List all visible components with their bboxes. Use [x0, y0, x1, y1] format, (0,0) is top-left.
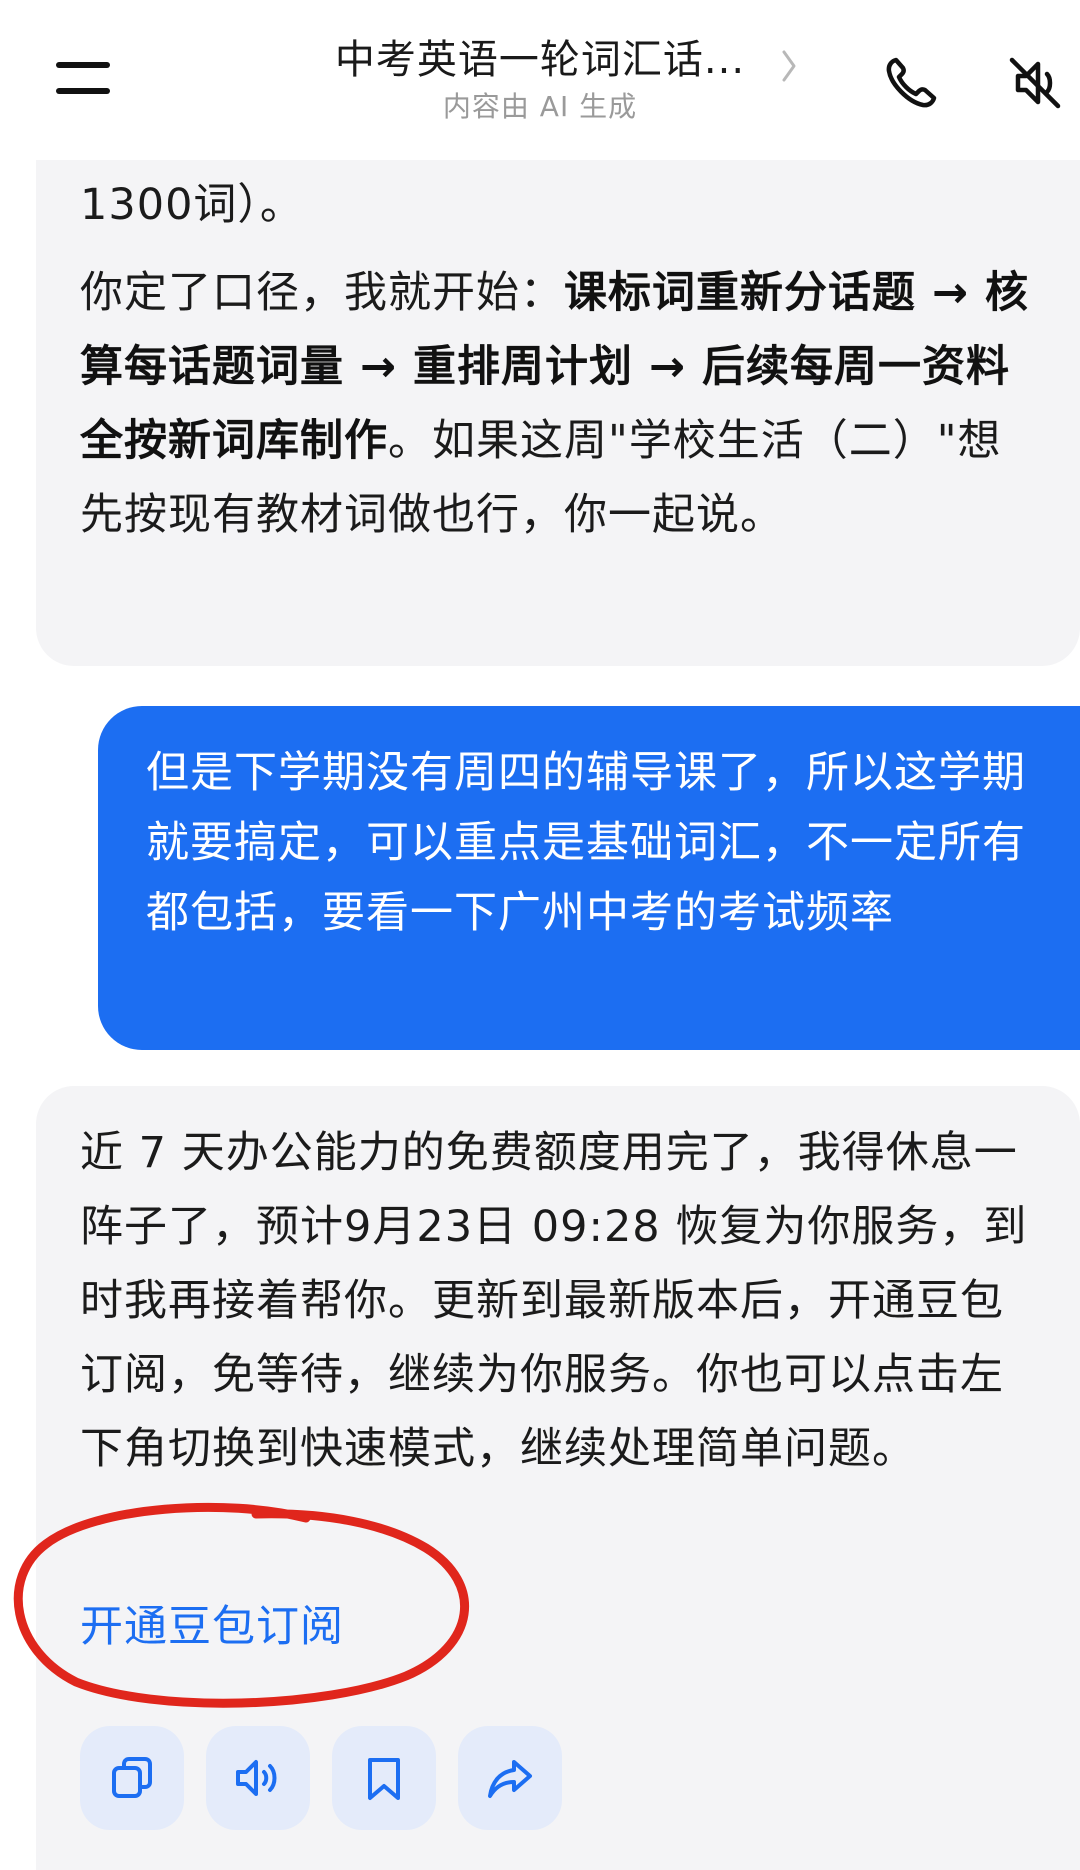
user-message-text: 但是下学期没有周四的辅导课了，所以这学期就要搞定，可以重点是基础词汇，不一定所有… — [146, 748, 1026, 938]
top-bar: 中考英语一轮词汇话... 内容由 AI 生成 — [0, 0, 1080, 160]
copy-icon — [112, 1757, 152, 1798]
speaker-icon — [236, 1760, 277, 1796]
chat-screen: 中考英语一轮词汇话... 内容由 AI 生成 1300词）。 你定了口径，我就开… — [0, 0, 1080, 1870]
subscribe-link[interactable]: 开通豆包订阅 — [80, 1592, 344, 1662]
bookmark-icon — [368, 1758, 400, 1800]
speaker-muted-icon[interactable] — [1004, 52, 1066, 114]
bookmark-button[interactable] — [332, 1726, 436, 1830]
ai-quota-message-text: 近 7 天办公能力的免费额度用完了，我得休息一阵子了，预计9月23日 09:28… — [80, 1128, 1028, 1474]
share-button[interactable] — [458, 1726, 562, 1830]
chevron-right-icon[interactable] — [780, 46, 800, 95]
ai-message-line: 1300词）。 — [80, 180, 304, 230]
phone-icon[interactable] — [880, 52, 942, 114]
read-aloud-button[interactable] — [206, 1726, 310, 1830]
copy-button[interactable] — [80, 1726, 184, 1830]
ai-message-paragraph: 你定了口径，我就开始：课标词重新分话题 → 核算每话题词量 → 重排周计划 → … — [80, 256, 1030, 552]
ai-generated-notice: 内容由 AI 生成 — [442, 90, 638, 123]
conversation-title: 中考英语一轮词汇话... — [334, 37, 746, 83]
ai-message-text: 1300词）。 — [80, 168, 1040, 242]
share-icon — [488, 1760, 532, 1798]
conversation-title-button[interactable]: 中考英语一轮词汇话... 内容由 AI 生成 — [300, 34, 780, 126]
menu-icon[interactable] — [52, 56, 116, 100]
ai-message-text-plain: 你定了口径，我就开始： — [80, 268, 564, 318]
